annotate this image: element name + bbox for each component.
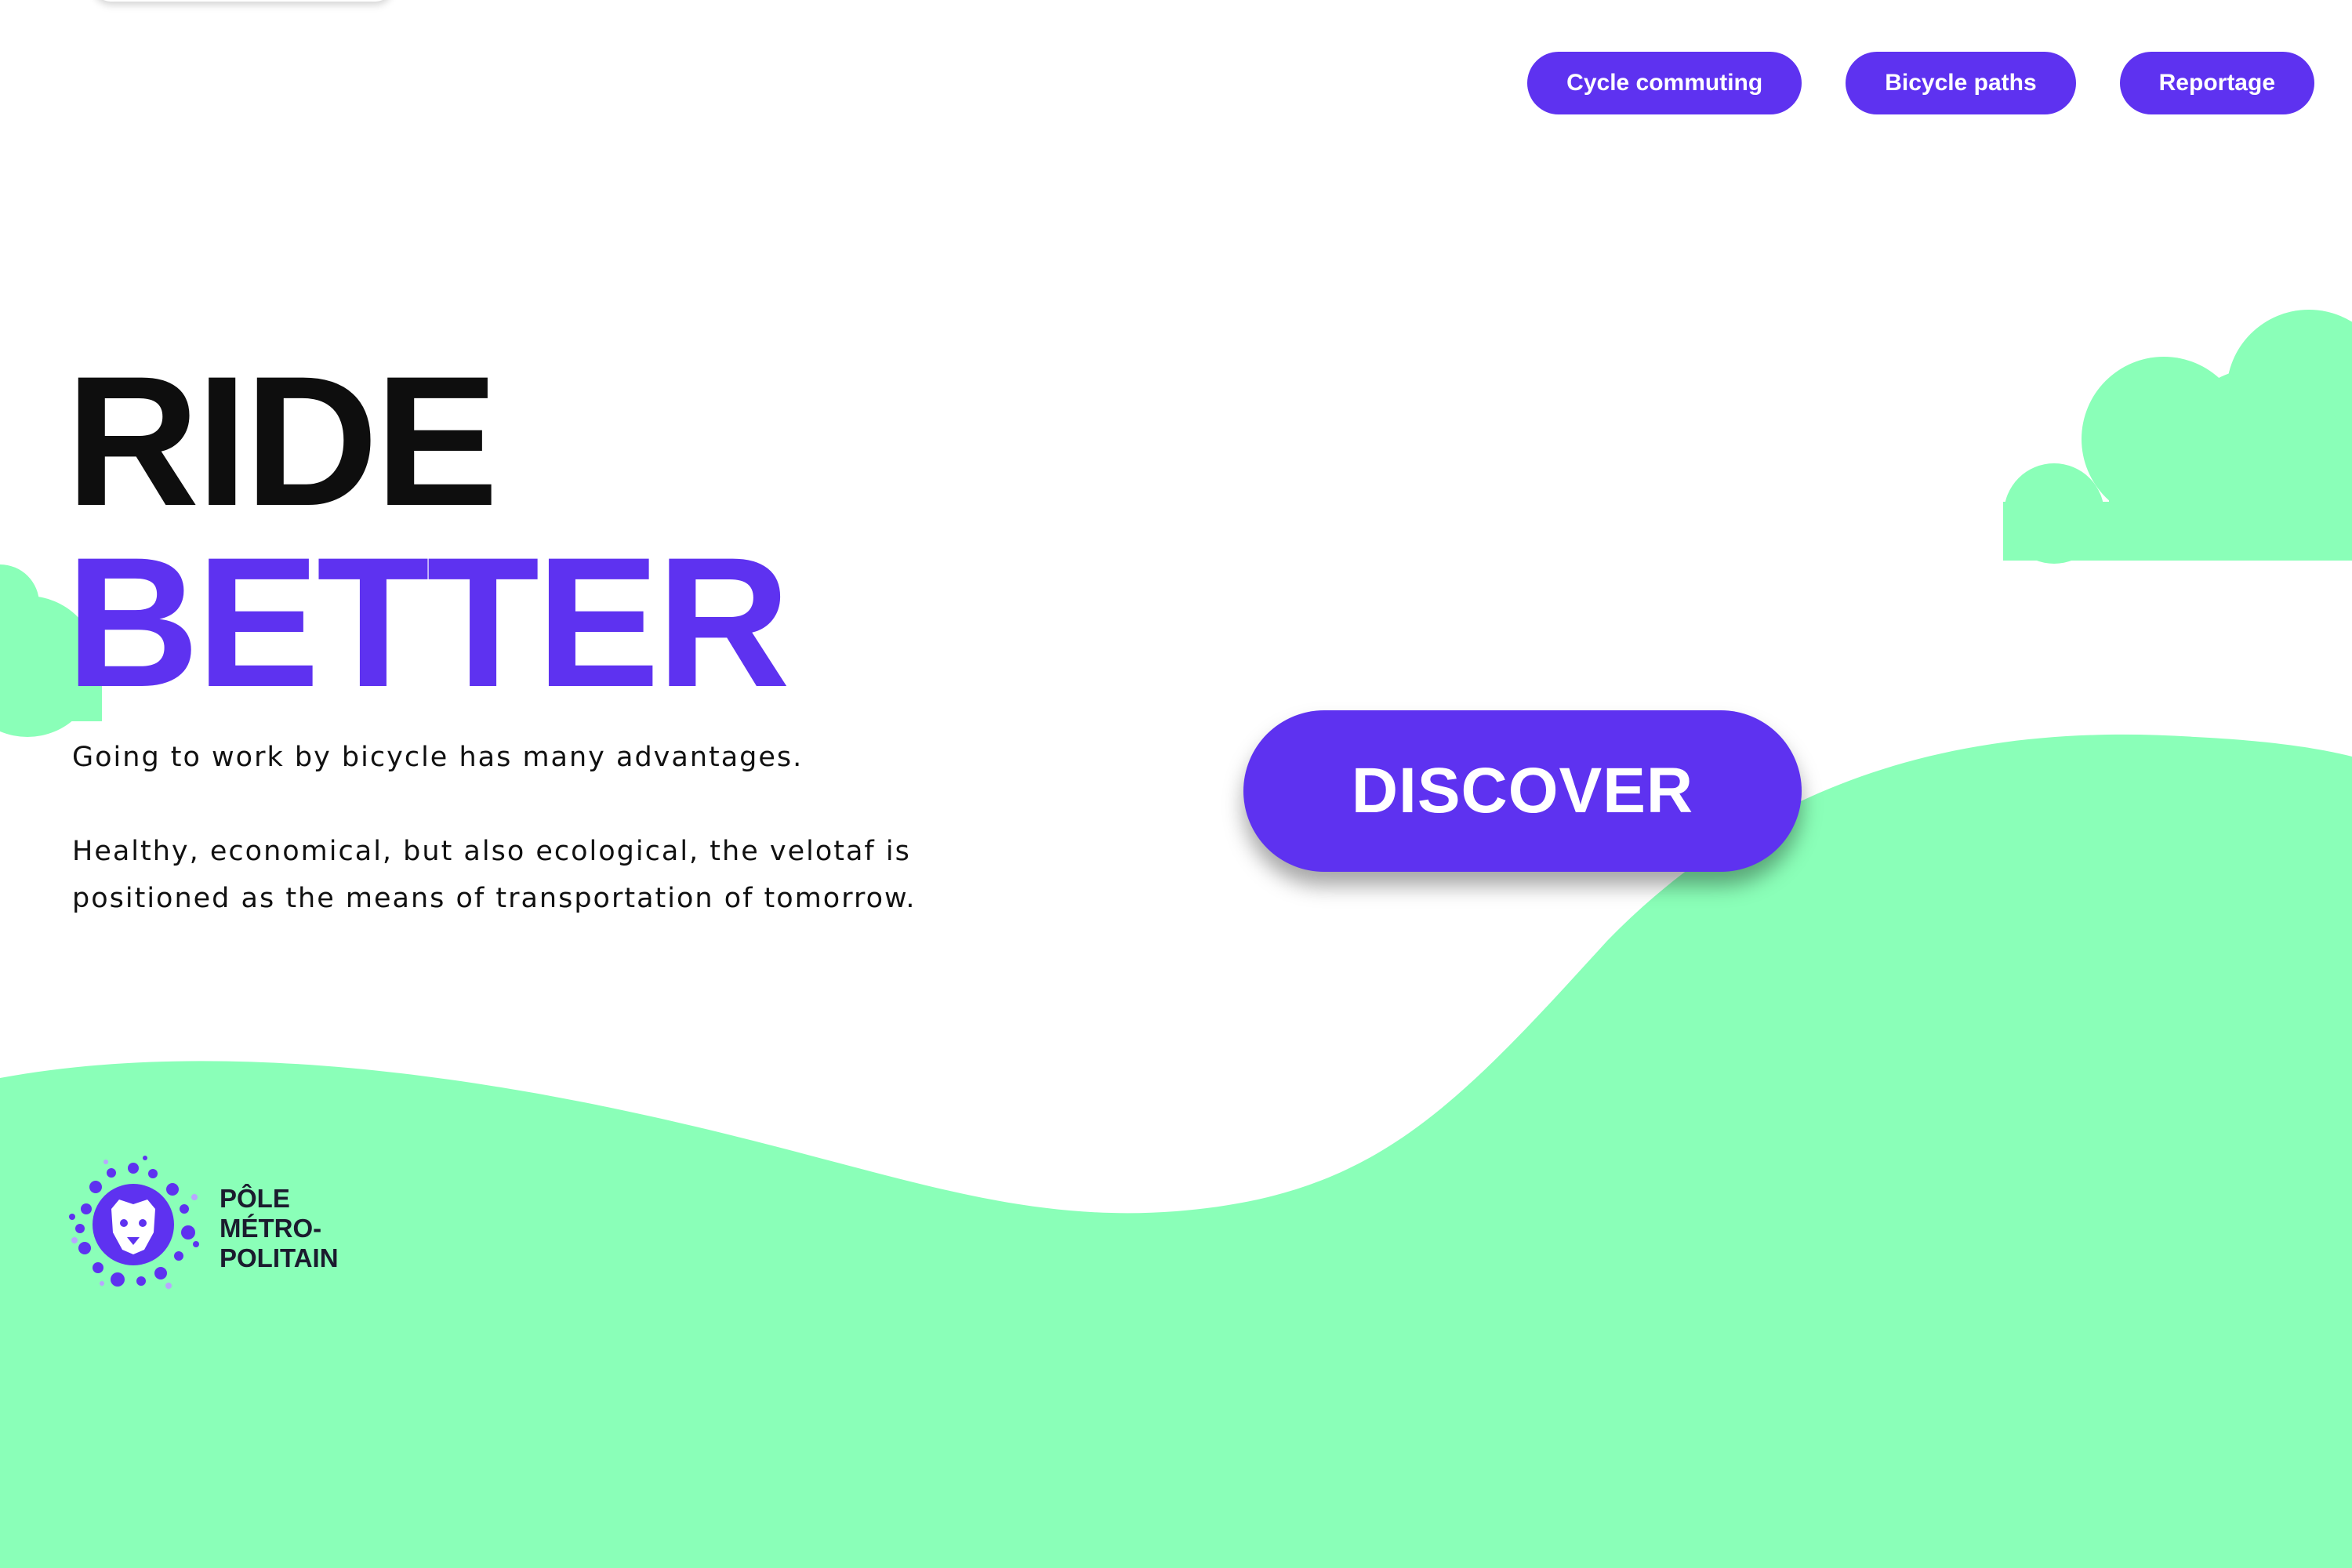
- top-navigation: Cycle commuting Bicycle paths Reportage: [1527, 52, 2314, 114]
- logo-text-line-2: MÉTRO-: [220, 1214, 322, 1243]
- lion-icon: [69, 1156, 199, 1289]
- pole-metropolitain-logo[interactable]: PÔLE MÉTRO- POLITAIN: [63, 1154, 361, 1295]
- top-partial-pill: [94, 0, 392, 2]
- cloud-right: [2003, 310, 2352, 564]
- logo-text-line-1: PÔLE: [220, 1184, 290, 1213]
- nav-cycle-commuting-button[interactable]: Cycle commuting: [1527, 52, 1802, 114]
- intro-paragraph-1: Going to work by bicycle has many advant…: [72, 742, 804, 773]
- headline-line-ride: RIDE: [66, 338, 499, 545]
- headline-line-better: BETTER: [66, 519, 790, 727]
- nav-reportage-button[interactable]: Reportage: [2119, 52, 2314, 114]
- logo-wordmark: PÔLE MÉTRO- POLITAIN: [220, 1184, 339, 1273]
- intro-paragraph-2: Healthy, economical, but also ecological…: [72, 836, 916, 914]
- hero-intro: Going to work by bicycle has many advant…: [72, 734, 935, 922]
- landing-page: Cycle commuting Bicycle paths Reportage …: [0, 0, 2352, 1568]
- logo-text-line-3: POLITAIN: [220, 1243, 339, 1272]
- nav-bicycle-paths-button[interactable]: Bicycle paths: [1846, 52, 2076, 114]
- discover-button[interactable]: DISCOVER: [1243, 710, 1802, 872]
- hero-headline: RIDE BETTER: [66, 338, 790, 727]
